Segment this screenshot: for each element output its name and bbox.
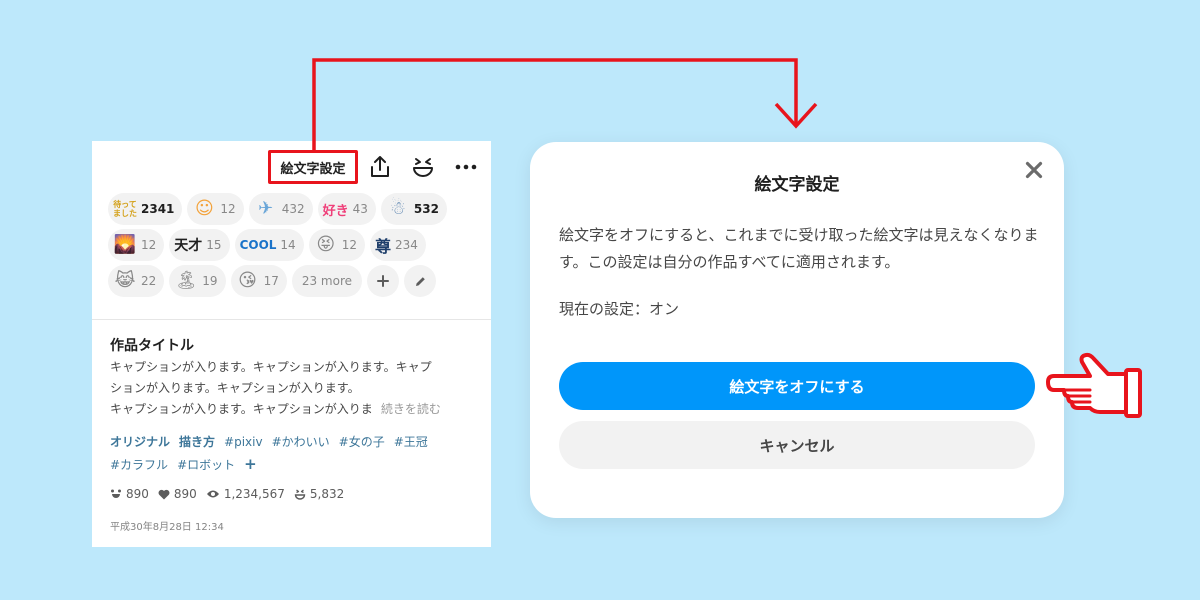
emoji-reaction-icon[interactable] <box>410 154 436 180</box>
suki-emoji-icon: 好き <box>322 203 349 219</box>
view-stat: 1,234,567 <box>206 487 285 501</box>
tag-link[interactable]: #王冠 <box>394 435 428 449</box>
share-icon[interactable] <box>367 154 393 180</box>
emoji-setting-dialog: 絵文字設定 絵文字をオフにすると、これまでに受け取った絵文字は見えなくなります。… <box>530 142 1064 518</box>
read-more-link[interactable]: 続きを読む <box>381 402 441 416</box>
emoji-reactions: 待って ました 2341 ☺ 12 ✈ 432 好き 43 ☃ 532 🌄 12… <box>108 193 478 301</box>
close-icon[interactable] <box>1022 158 1046 182</box>
smiling-face-emoji-icon: ☺ <box>195 198 214 219</box>
tongue-out-face-emoji-icon: 😝 <box>316 234 336 255</box>
reaction-pill[interactable]: 😝 12 <box>308 229 365 261</box>
reaction-pill[interactable]: ☺ 12 <box>187 193 244 225</box>
island-emoji-icon: 🏝 <box>174 270 198 291</box>
reaction-row: 😹 22 🏝 19 😘 17 23 more <box>108 265 478 297</box>
reaction-count: 14 <box>280 238 296 252</box>
reaction-count: 19 <box>202 274 218 288</box>
reaction-pill[interactable]: 😘 17 <box>230 265 287 297</box>
tag-link[interactable]: #ロボット <box>177 458 235 472</box>
reaction-pill[interactable]: 🏝 19 <box>169 265 226 297</box>
caption-line-text: キャプションが入ります。キャプションが入りま <box>110 402 373 416</box>
like-count: 890 <box>126 487 149 501</box>
tag-link[interactable]: #カラフル <box>110 458 168 472</box>
reaction-count: 432 <box>281 202 305 216</box>
kissing-face-emoji-icon: 😘 <box>238 270 257 291</box>
reaction-count: 532 <box>413 202 439 216</box>
reaction-count: 22 <box>141 274 157 288</box>
plus-icon <box>377 275 390 287</box>
dialog-title: 絵文字設定 <box>754 175 840 195</box>
edit-reactions-button[interactable] <box>404 265 437 297</box>
tensai-emoji-icon: 天才 <box>174 238 203 254</box>
tag-link[interactable]: #かわいい <box>272 435 330 449</box>
view-count: 1,234,567 <box>223 487 285 501</box>
work-detail-panel: 絵文字設定 待って ました 2341 ☺ 12 ✈ 432 好き 43 ☃ 53… <box>92 141 491 547</box>
work-stats: 890 890 1,234,567 5,832 <box>110 487 353 501</box>
reaction-pill[interactable]: COOL 14 <box>234 229 304 261</box>
tag-link[interactable]: #女の子 <box>339 435 385 449</box>
sunrise-mountain-emoji-icon: 🌄 <box>113 234 137 255</box>
reaction-pill[interactable]: ☃ 532 <box>380 193 447 225</box>
reaction-pill[interactable]: ✈ 432 <box>248 193 313 225</box>
add-tag-icon[interactable]: + <box>244 453 257 475</box>
reaction-count: 234 <box>395 238 418 252</box>
current-setting-text: 現在の設定：オン <box>559 300 680 318</box>
add-reaction-button[interactable] <box>367 265 400 297</box>
reaction-pill[interactable]: 天才 15 <box>169 229 230 261</box>
bookmark-stat: 890 <box>158 487 197 501</box>
caption-line: キャプションが入ります。キャプションが入ります。キャプ <box>110 360 432 374</box>
reaction-pill[interactable]: 好き 43 <box>317 193 376 225</box>
pencil-icon <box>415 276 425 286</box>
reaction-pill[interactable]: 尊 234 <box>369 229 426 261</box>
reaction-stat: 5,832 <box>294 487 344 501</box>
heart-icon <box>158 489 170 499</box>
like-stat: 890 <box>110 487 149 501</box>
caption-line: ションが入ります。キャプションが入ります。 <box>110 381 360 395</box>
bookmark-count: 890 <box>173 487 197 501</box>
more-options-icon[interactable] <box>453 154 479 180</box>
reaction-count: 17 <box>263 274 279 288</box>
cool-emoji-icon: COOL <box>239 238 277 252</box>
dialog-description: 絵文字をオフにすると、これまでに受け取った絵文字は見えなくなります。この設定は自… <box>559 226 1039 271</box>
reaction-pill[interactable]: 🌄 12 <box>108 229 165 261</box>
eye-icon <box>206 490 219 498</box>
reaction-count: 12 <box>341 238 357 252</box>
emoji-reaction-small-icon <box>294 489 306 500</box>
section-divider <box>92 319 491 320</box>
smile-like-icon <box>111 489 121 498</box>
tag-link[interactable]: #pixiv <box>224 435 263 449</box>
reaction-count: 15 <box>206 238 222 252</box>
matte-mashita-emoji-icon: 待って ました <box>113 200 137 218</box>
reaction-count: 12 <box>220 202 236 216</box>
cancel-button[interactable]: キャンセル <box>559 421 1035 469</box>
reaction-total-count: 5,832 <box>309 487 345 501</box>
reaction-count: 43 <box>352 202 368 216</box>
reaction-pill[interactable]: 待って ました 2341 <box>108 193 183 225</box>
pointing-hand-icon <box>1046 352 1142 418</box>
more-reactions-button[interactable]: 23 more <box>291 265 363 297</box>
caption-line: キャプションが入ります。キャプションが入りま 続きを読む <box>110 399 470 420</box>
work-caption: キャプションが入ります。キャプションが入ります。キャプ ションが入ります。キャプ… <box>110 357 470 420</box>
reaction-row: 待って ました 2341 ☺ 12 ✈ 432 好き 43 ☃ 532 <box>108 193 478 225</box>
tag-list: オリジナル 描き方 #pixiv #かわいい #女の子 #王冠 #カラフル #ロボット + <box>110 431 480 476</box>
reaction-count: 2341 <box>141 202 175 216</box>
airplane-emoji-icon: ✈ <box>258 198 274 219</box>
reaction-row: 🌄 12 天才 15 COOL 14 😝 12 尊 234 <box>108 229 478 261</box>
post-date: 平成30年8月28日 12:34 <box>110 522 224 533</box>
turn-off-emoji-button[interactable]: 絵文字をオフにする <box>559 362 1035 410</box>
tag-link[interactable]: 描き方 <box>179 435 215 449</box>
work-title: 作品タイトル <box>110 338 194 354</box>
snowman-emoji-icon: ☃ <box>389 198 406 219</box>
emoji-setting-button[interactable]: 絵文字設定 <box>268 150 358 184</box>
toutoi-emoji-icon: 尊 <box>374 237 391 256</box>
cat-tears-of-joy-emoji-icon: 😹 <box>114 270 136 291</box>
reaction-count: 12 <box>141 238 157 252</box>
work-toolbar: 絵文字設定 <box>92 141 491 193</box>
reaction-pill[interactable]: 😹 22 <box>108 265 165 297</box>
tag-link[interactable]: オリジナル <box>110 435 170 449</box>
